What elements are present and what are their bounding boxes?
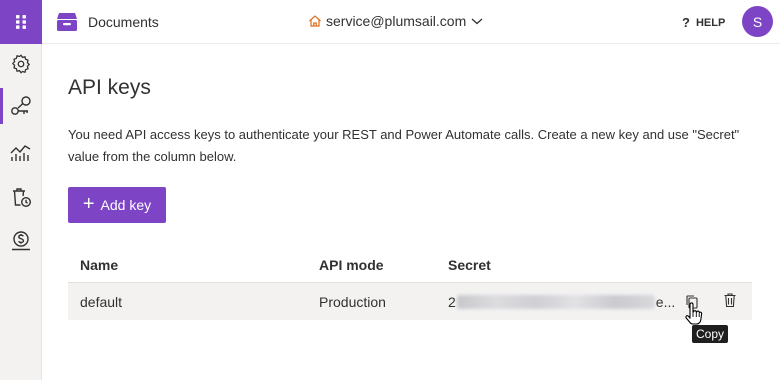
add-key-button[interactable]: + Add key	[68, 187, 166, 223]
secret-prefix: 2	[448, 294, 456, 310]
side-navigation	[0, 0, 42, 380]
billing-icon	[12, 231, 30, 251]
sidebar-item-billing[interactable]	[0, 221, 42, 261]
trash-icon	[724, 293, 736, 308]
home-icon	[309, 15, 321, 27]
sidebar-item-history[interactable]	[0, 177, 42, 217]
secret-suffix: e...	[655, 294, 676, 310]
api-keys-icon	[11, 96, 31, 115]
app-launcher-icon	[16, 15, 26, 29]
secret-cell: 2 e...	[448, 294, 675, 310]
sidebar-item-usage[interactable]	[0, 132, 42, 172]
copy-tooltip: Copy	[692, 325, 729, 343]
account-switcher[interactable]: service@plumsail.com	[308, 13, 484, 29]
account-email: service@plumsail.com	[326, 13, 467, 29]
app-launcher-button[interactable]	[0, 0, 42, 44]
key-name-cell: default	[80, 294, 123, 310]
delete-button[interactable]	[720, 290, 740, 310]
chevron-down-icon	[471, 18, 483, 25]
gear-icon	[11, 54, 31, 74]
question-icon: ?	[682, 15, 690, 30]
page-title: API keys	[68, 76, 151, 99]
sidebar-item-settings[interactable]	[0, 44, 42, 84]
chart-icon	[10, 145, 31, 161]
plus-icon: +	[82, 193, 95, 215]
sidebar-item-api-keys[interactable]	[0, 86, 42, 126]
column-header-secret[interactable]: Secret	[448, 257, 491, 273]
top-header: Documents service@plumsail.com ? HELP S	[42, 0, 780, 44]
app-name: Documents	[88, 14, 159, 30]
column-header-api-mode[interactable]: API mode	[319, 257, 384, 273]
page-description: You need API access keys to authenticate…	[68, 127, 740, 164]
avatar[interactable]: S	[742, 6, 773, 37]
add-key-label: Add key	[100, 197, 152, 213]
column-header-name[interactable]: Name	[80, 257, 118, 273]
api-mode-cell: Production	[319, 294, 386, 310]
history-icon	[13, 188, 32, 208]
help-label: HELP	[695, 16, 726, 29]
secret-redacted	[456, 295, 655, 309]
help-link[interactable]: ? HELP	[682, 15, 725, 30]
documents-app-icon	[57, 13, 77, 31]
